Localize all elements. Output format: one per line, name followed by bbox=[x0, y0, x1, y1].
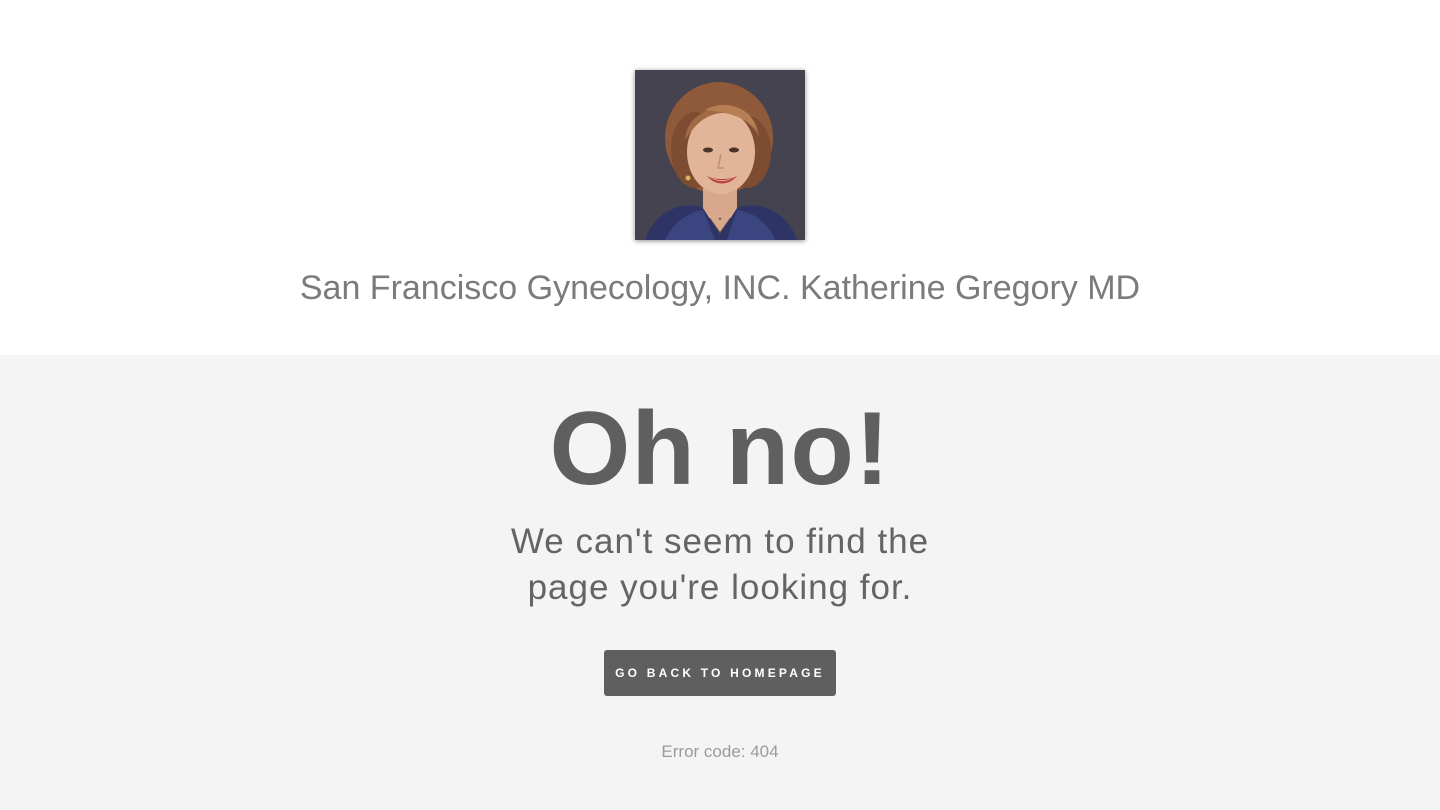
error-message: We can't seem to find the page you're lo… bbox=[470, 519, 970, 611]
error-message-line-1: We can't seem to find the bbox=[510, 522, 930, 561]
error-message-line-2: page you're looking for. bbox=[527, 568, 913, 607]
site-title: San Francisco Gynecology, INC. Katherine… bbox=[299, 269, 1141, 307]
go-back-to-homepage-button[interactable]: GO BACK TO HOMEPAGE bbox=[604, 650, 836, 696]
portrait-illustration bbox=[635, 70, 805, 240]
error-code: Error code: 404 bbox=[661, 742, 779, 761]
error-headline: Oh no! bbox=[549, 391, 891, 507]
site-header: San Francisco Gynecology, INC. Katherine… bbox=[0, 0, 1440, 355]
profile-photo bbox=[635, 70, 805, 240]
error-panel: Oh no! We can't seem to find the page yo… bbox=[0, 355, 1440, 810]
